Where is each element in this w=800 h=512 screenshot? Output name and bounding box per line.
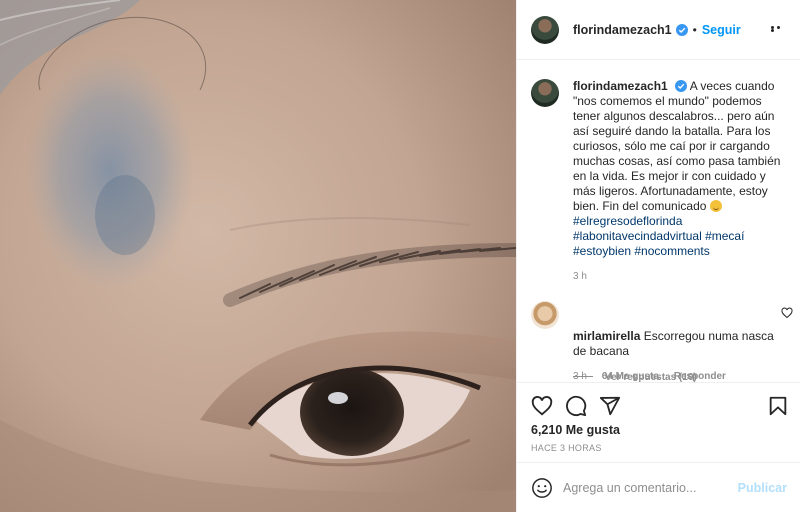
post-header: florindamezach1 • Seguir [517, 0, 800, 60]
caption: florindamezach1 A veces cuando "nos come… [531, 79, 793, 282]
commenter-username[interactable]: mirlamirella [573, 329, 640, 343]
caption-text: A veces cuando "nos comemos el mundo" po… [573, 79, 781, 213]
verified-badge-icon [675, 80, 688, 92]
header-separator: • [692, 22, 697, 37]
comment-item: mirlamirella Escorregou numa nasca de ba… [531, 301, 793, 382]
comment-bubble-icon[interactable] [565, 395, 587, 417]
caption-text-block: florindamezach1 A veces cuando "nos come… [573, 79, 785, 259]
post-actions: 6,210 Me gusta HACE 3 HORAS [517, 382, 800, 458]
emoji-picker-icon[interactable] [531, 477, 553, 499]
caption-meta: 3 h [573, 271, 793, 282]
sweat-smile-emoji-icon [709, 200, 722, 212]
comments-section[interactable]: florindamezach1 A veces cuando "nos come… [517, 60, 800, 382]
share-paper-plane-icon[interactable] [599, 395, 621, 417]
more-options-icon[interactable] [771, 26, 787, 32]
follow-button[interactable]: Seguir [702, 23, 741, 37]
verified-badge-icon [675, 23, 688, 36]
hashtag-line[interactable]: #labonitavecindadvirtual #mecaí [573, 229, 744, 243]
save-bookmark-icon[interactable] [767, 395, 789, 417]
author-avatar[interactable] [531, 15, 559, 44]
comment-text-block: mirlamirella Escorregou numa nasca de ba… [573, 329, 785, 359]
commenter-avatar[interactable] [531, 301, 559, 329]
post-dialog: florindamezach1 • Seguir florindamezach1 [0, 0, 800, 512]
post-image[interactable] [0, 0, 516, 512]
face-photo-illustration [0, 0, 516, 512]
caption-time[interactable]: 3 h [573, 271, 587, 282]
view-replies-button[interactable]: Ver respuestas (10) [573, 372, 697, 382]
caption-avatar[interactable] [531, 79, 559, 107]
hashtag-line[interactable]: #elregresodeflorinda [573, 214, 682, 228]
like-heart-icon[interactable] [531, 395, 553, 417]
post-timestamp[interactable]: HACE 3 HORAS [531, 443, 602, 453]
add-comment-bar: Publicar [517, 462, 800, 512]
likes-count[interactable]: 6,210 Me gusta [531, 423, 620, 437]
post-sidebar: florindamezach1 • Seguir florindamezach1 [516, 0, 800, 512]
caption-username[interactable]: florindamezach1 [573, 79, 668, 93]
like-comment-heart-icon[interactable] [781, 307, 793, 319]
publish-button[interactable]: Publicar [738, 481, 787, 495]
author-username[interactable]: florindamezach1 [573, 23, 672, 37]
comment-input[interactable] [563, 477, 733, 499]
hashtag-line[interactable]: #estoybien #nocomments [573, 244, 710, 258]
